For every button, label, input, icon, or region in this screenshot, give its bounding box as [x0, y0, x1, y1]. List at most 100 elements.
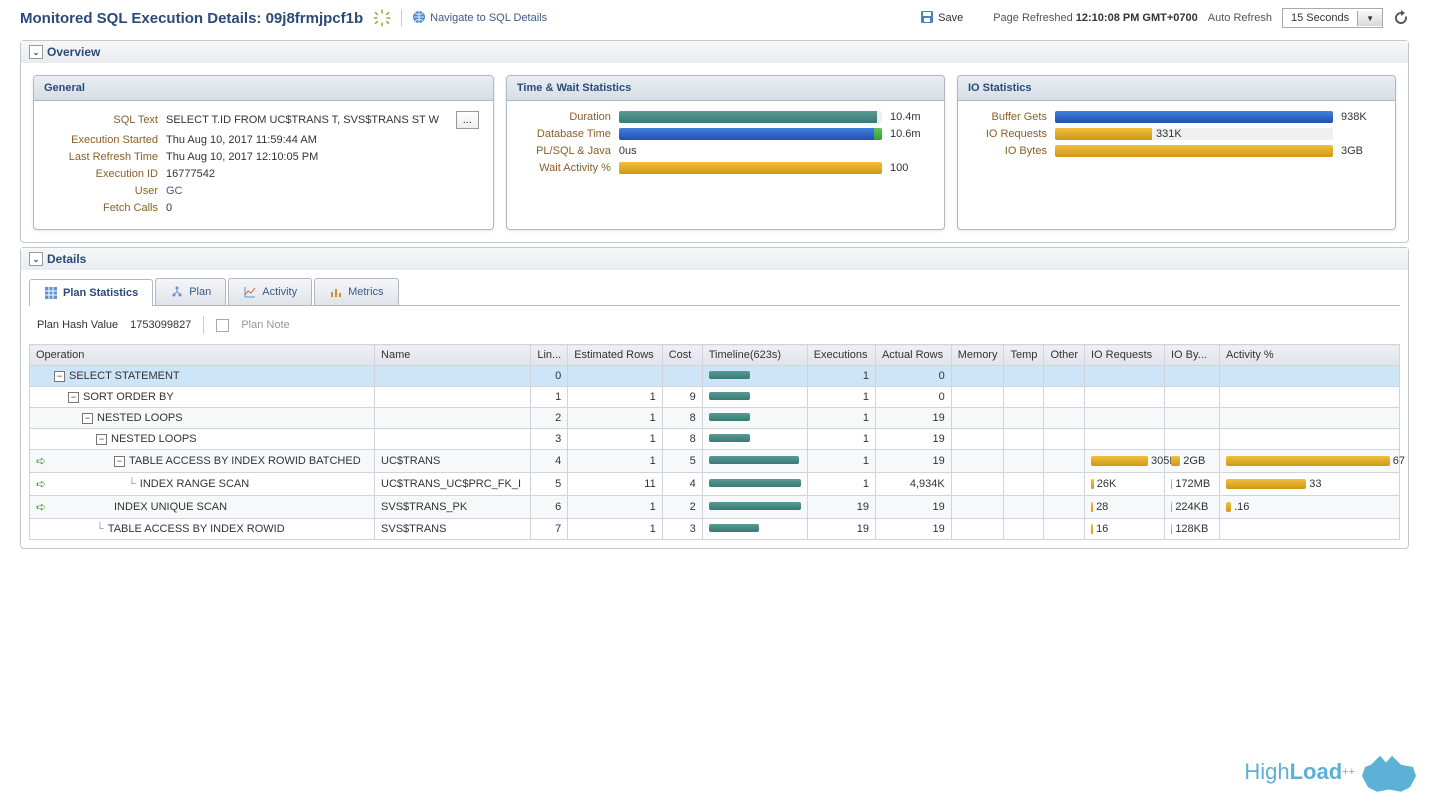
cell	[951, 450, 1004, 473]
activity-bar	[1226, 479, 1306, 489]
dbtime-label: Database Time	[521, 128, 611, 140]
col-operation[interactable]: Operation	[30, 345, 375, 366]
plan-sub-bar: Plan Hash Value 1753099827 Plan Note	[21, 306, 1408, 344]
col-line[interactable]: Lin...	[531, 345, 568, 366]
table-row[interactable]: −NESTED LOOPS218119	[30, 408, 1400, 429]
col-memory[interactable]: Memory	[951, 345, 1004, 366]
refresh-button[interactable]	[1393, 10, 1409, 26]
ioreq-value: 16	[1096, 523, 1108, 535]
operation-name: SORT ORDER BY	[83, 391, 174, 403]
tree-expand-toggle[interactable]: −	[96, 434, 107, 445]
operation-name: INDEX UNIQUE SCAN	[114, 501, 227, 513]
ioreq-value: 26K	[1097, 478, 1117, 490]
cell	[1004, 519, 1044, 540]
wait-value: 100	[890, 162, 930, 174]
table-row[interactable]: −NESTED LOOPS318119	[30, 429, 1400, 450]
table-row[interactable]: ➪└INDEX RANGE SCANUC$TRANS_UC$PRC_FK_I51…	[30, 473, 1400, 496]
cell	[375, 387, 531, 408]
exec-id-label: Execution ID	[48, 168, 158, 180]
refresh-interval-select[interactable]: 15 Seconds ▼	[1282, 8, 1383, 28]
table-row[interactable]: −SELECT STATEMENT010	[30, 366, 1400, 387]
col-temp[interactable]: Temp	[1004, 345, 1044, 366]
cell	[1004, 429, 1044, 450]
col-actual-rows[interactable]: Actual Rows	[875, 345, 951, 366]
exec-started-label: Execution Started	[48, 134, 158, 146]
cell: 8	[662, 429, 702, 450]
table-row[interactable]: −SORT ORDER BY11910	[30, 387, 1400, 408]
table-row[interactable]: └TABLE ACCESS BY INDEX ROWIDSVS$TRANS713…	[30, 519, 1400, 540]
duration-bar	[619, 111, 882, 123]
cell: 1	[568, 450, 663, 473]
tree-expand-toggle[interactable]: −	[114, 456, 125, 467]
save-button[interactable]: Save	[920, 10, 963, 27]
sql-text-value: SELECT T.ID FROM UC$TRANS T, SVS$TRANS S…	[166, 114, 448, 126]
tab-activity[interactable]: Activity	[228, 278, 312, 305]
details-tabs: Plan Statistics Plan Activity Metrics	[29, 278, 1400, 306]
cell	[1044, 519, 1085, 540]
tab-plan-statistics[interactable]: Plan Statistics	[29, 279, 153, 306]
tree-expand-toggle[interactable]: −	[68, 392, 79, 403]
timeline-bar	[709, 434, 750, 442]
plan-statistics-table: Operation Name Lin... Estimated Rows Cos…	[29, 344, 1400, 540]
cell: 19	[875, 450, 951, 473]
collapse-toggle[interactable]: ⌄	[29, 252, 43, 266]
col-timeline[interactable]: Timeline(623s)	[702, 345, 807, 366]
cell: 1	[807, 429, 875, 450]
fetch-calls-value: 0	[166, 202, 479, 214]
activity-value: 67	[1393, 455, 1405, 467]
user-label: User	[48, 185, 158, 197]
col-activity[interactable]: Activity %	[1220, 345, 1400, 366]
col-io-bytes[interactable]: IO By...	[1165, 345, 1220, 366]
cell	[951, 473, 1004, 496]
timeline-bar	[709, 479, 801, 487]
cell	[1004, 496, 1044, 519]
table-row[interactable]: ➪−TABLE ACCESS BY INDEX ROWID BATCHEDUC$…	[30, 450, 1400, 473]
ioby-bar	[1171, 524, 1172, 534]
page-title: Monitored SQL Execution Details: 09j8frm…	[20, 10, 363, 27]
col-cost[interactable]: Cost	[662, 345, 702, 366]
cell: 8	[662, 408, 702, 429]
ioreq-value: 28	[1096, 501, 1108, 513]
ioreq-bar	[1091, 479, 1094, 489]
plan-note-checkbox[interactable]	[216, 319, 229, 332]
operation-name: INDEX RANGE SCAN	[140, 478, 249, 490]
tree-expand-toggle[interactable]: −	[54, 371, 65, 382]
operation-name: TABLE ACCESS BY INDEX ROWID BATCHED	[129, 455, 361, 467]
chevron-down-icon: ▼	[1357, 11, 1382, 26]
col-executions[interactable]: Executions	[807, 345, 875, 366]
io-panel: IO Statistics Buffer Gets938K IO Request…	[957, 75, 1396, 230]
cell: 19	[875, 519, 951, 540]
last-refresh-label: Last Refresh Time	[48, 151, 158, 163]
exec-id-value: 16777542	[166, 168, 479, 180]
sql-text-expand-button[interactable]: ...	[456, 111, 479, 129]
table-row[interactable]: ➪INDEX UNIQUE SCANSVS$TRANS_PK6121919 28…	[30, 496, 1400, 519]
tab-metrics[interactable]: Metrics	[314, 278, 398, 305]
collapse-toggle[interactable]: ⌄	[29, 45, 43, 59]
col-other[interactable]: Other	[1044, 345, 1085, 366]
tree-expand-toggle[interactable]: −	[82, 413, 93, 424]
cell	[951, 387, 1004, 408]
cell	[1044, 408, 1085, 429]
col-name[interactable]: Name	[375, 345, 531, 366]
cell: UC$TRANS_UC$PRC_FK_I	[375, 473, 531, 496]
col-est-rows[interactable]: Estimated Rows	[568, 345, 663, 366]
loading-spinner-icon	[373, 9, 391, 27]
ioby-value: 172MB	[1175, 478, 1210, 490]
tab-plan[interactable]: Plan	[155, 278, 226, 305]
cell: 4	[662, 473, 702, 496]
navigate-sql-details-link[interactable]: Navigate to SQL Details	[412, 10, 547, 27]
cell: 1	[531, 387, 568, 408]
cell: 0	[875, 366, 951, 387]
tree-icon	[170, 285, 184, 299]
bear-icon	[1359, 749, 1419, 794]
cell	[1044, 450, 1085, 473]
user-value[interactable]: GC	[166, 185, 479, 197]
table-header-row: Operation Name Lin... Estimated Rows Cos…	[30, 345, 1400, 366]
activity-bar	[1226, 456, 1390, 466]
ioby-bar	[1171, 479, 1172, 489]
col-io-req[interactable]: IO Requests	[1085, 345, 1165, 366]
buffer-gets-label: Buffer Gets	[972, 111, 1047, 123]
cell	[375, 408, 531, 429]
ioby-value: 224KB	[1175, 501, 1208, 513]
globe-icon	[412, 10, 426, 27]
